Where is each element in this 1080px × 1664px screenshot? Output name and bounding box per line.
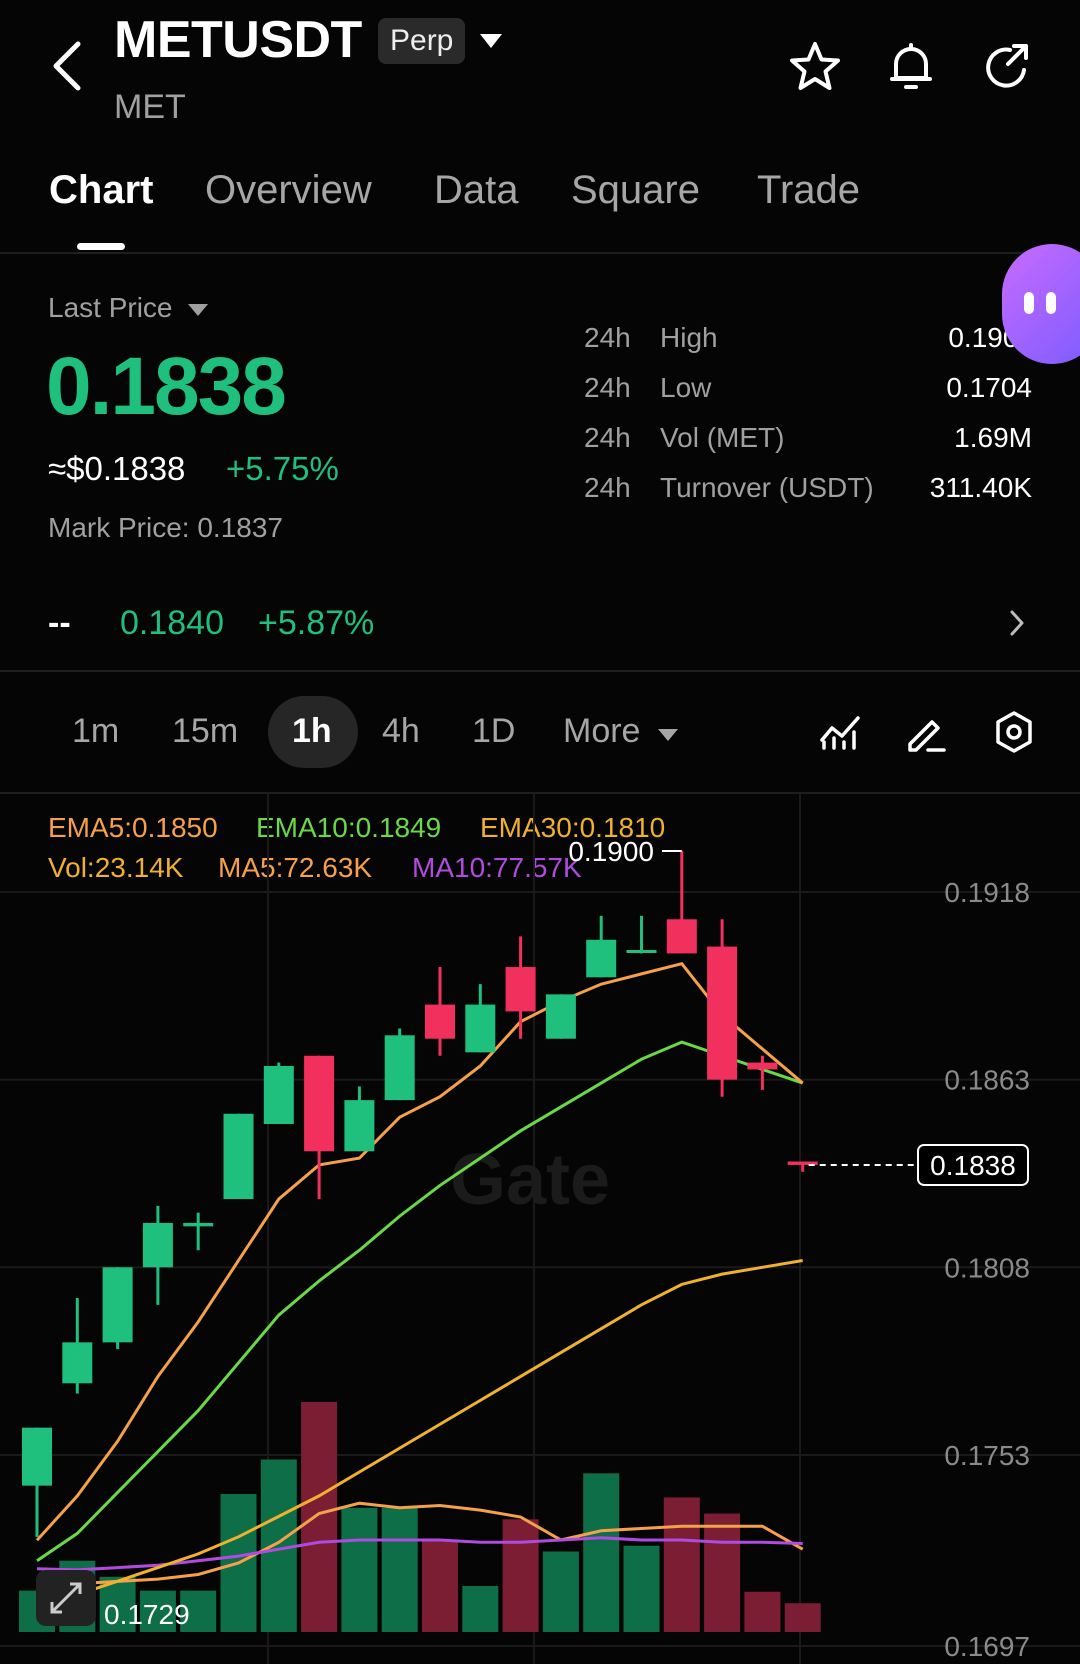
divider: [0, 670, 1080, 672]
stat-24h-low: 24h Low 0.1704: [584, 372, 1032, 403]
active-tab-indicator: [77, 243, 125, 250]
candle-body: [263, 1066, 294, 1124]
expand-chart-button[interactable]: [36, 1570, 96, 1626]
ticker-dash: --: [48, 604, 71, 642]
candle-body: [62, 1342, 93, 1384]
stat-24h-turnover: 24h Turnover (USDT) 311.40K: [584, 472, 1032, 503]
volume-bar: [623, 1545, 660, 1632]
caret-down-icon: [188, 304, 209, 316]
perp-badge: Perp: [378, 18, 466, 64]
candle-body: [465, 1004, 496, 1053]
tab-chart[interactable]: Chart: [49, 168, 153, 213]
chevron-right-icon[interactable]: [1006, 608, 1028, 638]
candle-body: [142, 1222, 173, 1268]
tab-trade[interactable]: Trade: [757, 168, 860, 213]
candle-body: [22, 1427, 52, 1486]
expand-icon: [50, 1582, 82, 1614]
last-price: 0.1838: [46, 341, 287, 432]
volume-bar: [381, 1507, 418, 1632]
candlestick-chart[interactable]: 0.1918 0.1863 0.1808 0.1753 0.1697 Gate 0.1900…: [0, 794, 1080, 1664]
tab-data[interactable]: Data: [434, 168, 519, 213]
tab-overview[interactable]: Overview: [205, 168, 372, 213]
volume-bar: [663, 1497, 700, 1632]
chevron-down-icon[interactable]: [480, 34, 502, 50]
share-icon[interactable]: [980, 40, 1034, 94]
candle-body: [626, 950, 657, 953]
volume-bar: [502, 1519, 539, 1632]
indicator-icon[interactable]: [818, 710, 862, 754]
volume-bar: [542, 1551, 579, 1632]
volume-bar: [784, 1603, 821, 1632]
interval-15m[interactable]: 15m: [172, 712, 238, 751]
volume-bar: [462, 1586, 499, 1632]
star-icon[interactable]: [788, 40, 842, 94]
candle-body: [183, 1222, 214, 1227]
settings-icon[interactable]: [992, 710, 1036, 754]
last-price-label[interactable]: Last Price: [48, 292, 209, 324]
y-tick-label: 0.1697: [944, 1631, 1030, 1662]
symbol-title[interactable]: METUSDT: [114, 10, 362, 70]
candle-body: [747, 1062, 778, 1070]
volume-bar: [704, 1513, 741, 1632]
candle-body: [586, 939, 617, 978]
base-asset: MET: [114, 88, 186, 126]
y-tick-label: 0.1808: [944, 1252, 1030, 1283]
candle-body: [344, 1100, 375, 1152]
volume-bar: [301, 1402, 338, 1632]
caret-down-icon: [657, 729, 678, 741]
candle-body: [425, 1004, 455, 1039]
candle-body: [545, 994, 576, 1039]
stat-24h-vol: 24h Vol (MET) 1.69M: [584, 422, 1032, 453]
volume-bar: [422, 1540, 458, 1632]
price-change-percent: +5.75%: [226, 450, 339, 487]
candle-body: [505, 967, 536, 1012]
tab-square[interactable]: Square: [571, 168, 700, 213]
y-tick-label: 0.1918: [944, 877, 1030, 908]
last-price-label: 0.1838: [930, 1150, 1016, 1181]
candle-body: [666, 919, 697, 954]
interval-4h[interactable]: 4h: [382, 712, 420, 751]
usd-price: ≈$0.1838: [48, 450, 186, 487]
watermark: Gate: [450, 1140, 610, 1220]
draw-icon[interactable]: [904, 710, 948, 754]
ticker-percent[interactable]: +5.87%: [258, 604, 374, 643]
candle-body: [304, 1055, 335, 1152]
bell-icon[interactable]: [884, 40, 938, 94]
high-label: 0.1900: [568, 836, 654, 867]
interval-more[interactable]: More: [563, 712, 678, 751]
candle-body: [102, 1267, 133, 1343]
low-label: 0.1729: [104, 1599, 190, 1630]
divider: [0, 252, 1080, 254]
candle-body: [223, 1113, 254, 1200]
candle-body: [707, 946, 738, 1080]
interval-1h[interactable]: 1h: [292, 712, 332, 751]
interval-1d[interactable]: 1D: [472, 712, 515, 751]
back-icon[interactable]: [48, 40, 88, 92]
volume-bar: [744, 1591, 781, 1632]
mark-price: Mark Price: 0.1837: [48, 512, 283, 543]
ticker-price[interactable]: 0.1840: [120, 604, 224, 643]
y-tick-label: 0.1753: [944, 1440, 1030, 1471]
stat-24h-high: 24h High 0.1900: [584, 322, 1034, 353]
interval-1m[interactable]: 1m: [72, 712, 119, 751]
y-tick-label: 0.1863: [944, 1065, 1030, 1096]
ema10-line: [36, 1040, 804, 1562]
volume-bar: [583, 1473, 620, 1632]
chat-bubble-button[interactable]: [1002, 244, 1080, 364]
volume-bar: [341, 1507, 378, 1632]
candle-body: [384, 1035, 415, 1101]
